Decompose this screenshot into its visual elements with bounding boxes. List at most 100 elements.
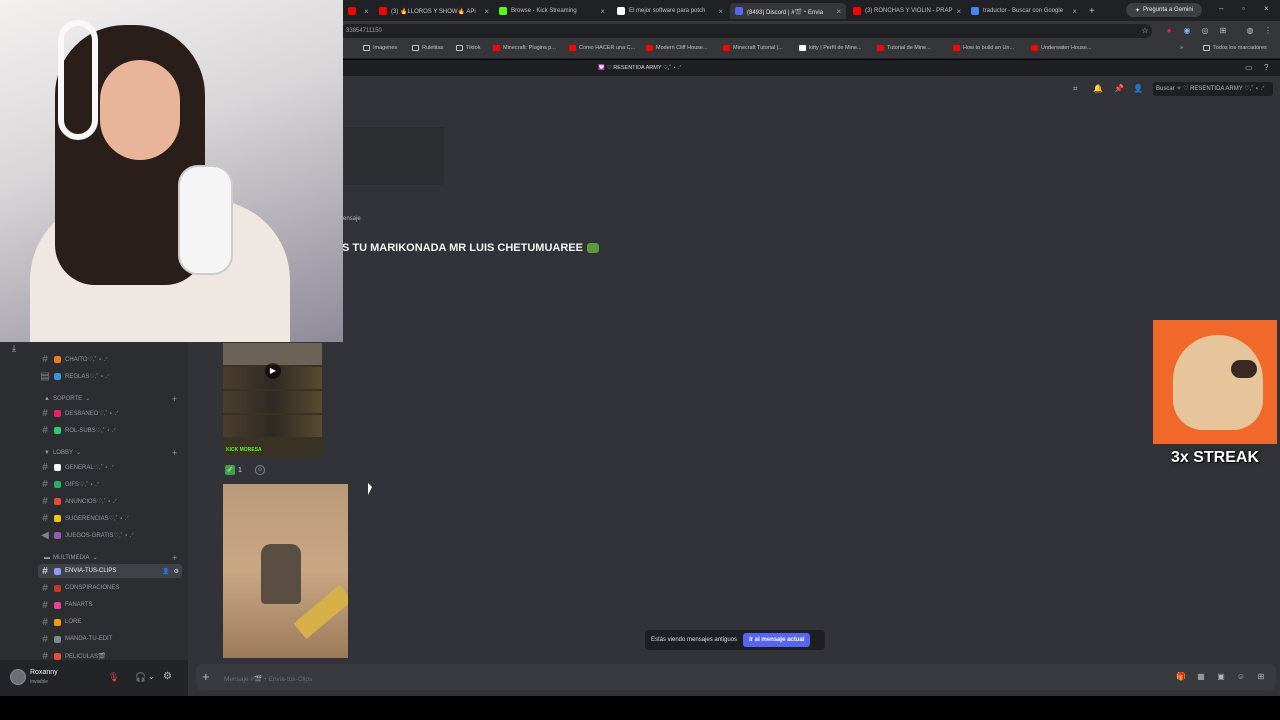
bookmark-item[interactable]: Modern Cliff House... (646, 45, 708, 51)
headphones-icon[interactable]: 🎧 (135, 672, 146, 683)
channel-item-general[interactable]: # GENERAL♡,˚ ⋆ .ᐟ (40, 460, 114, 474)
channel-item-juegos-gratis[interactable]: ◀ JUEGOS-GRATIS♡,˚ ⋆ .ᐟ (40, 528, 134, 542)
close-tab-icon[interactable]: × (364, 7, 369, 16)
close-tab-icon[interactable]: × (1072, 7, 1077, 16)
browser-tab[interactable]: traductor - Buscar con Google × (966, 3, 1082, 19)
channel-item-anuncios[interactable]: # ANUNCIOS♡,˚ ⋆ .ᐟ (40, 494, 117, 508)
sticker-icon[interactable]: ▣ (1216, 672, 1226, 682)
inbox-icon[interactable]: ▭ (1245, 63, 1253, 72)
extension-icon[interactable]: ◉ (1182, 26, 1192, 36)
mic-muted-icon[interactable]: 🎙 (108, 672, 119, 683)
search-input[interactable]: Buscar ✧ ♡ RESENTIDA ARMY ♡,˚ ⋆ .ᐟ (1153, 82, 1273, 96)
bookmark-item[interactable]: Underwater House... (1031, 45, 1091, 51)
channel-item-conspiraciones[interactable]: # CONSPIRACIONES (40, 581, 119, 595)
gif-icon[interactable]: ▦ (1196, 672, 1206, 682)
category-lobby[interactable]: ▼ LOBBY ⌄ + (44, 448, 177, 458)
browser-tab[interactable]: (3) RONCHAS Y VIOLIN - PRAP × (848, 3, 964, 19)
pin-icon[interactable]: 📌 (1114, 84, 1124, 93)
reaction-button[interactable]: ✓ 1 (225, 463, 247, 477)
opera-icon[interactable]: ● (1164, 26, 1174, 36)
chevron-down-icon[interactable]: ⌄ (148, 672, 155, 681)
invite-icon[interactable]: 👤 (162, 568, 169, 575)
member-list-icon[interactable]: 👤 (1133, 84, 1143, 93)
user-settings-gear-icon[interactable]: ⚙ (163, 671, 172, 682)
youtube-icon (953, 45, 960, 51)
bookmark-item[interactable]: Tutorial de Mine... (877, 45, 931, 51)
browser-tab[interactable]: Browse - Kick Streaming × (494, 3, 610, 19)
bookmark-item[interactable]: Minecraft Tutorial |... (723, 45, 783, 51)
youtube-icon (877, 45, 884, 51)
bookmark-star-icon[interactable]: ☆ (1140, 26, 1150, 36)
close-window-icon[interactable]: × (1264, 4, 1269, 13)
apps-icon[interactable]: ⊞ (1256, 672, 1266, 682)
bookmark-item[interactable]: How to build an Un... (953, 45, 1014, 51)
channel-item-gifs[interactable]: # GIFS♡,˚ ⋆ .ᐟ (40, 477, 99, 491)
clip-watermark: KICK MORESA (226, 447, 262, 453)
menu-kebab-icon[interactable]: ⋮ (1263, 26, 1273, 36)
restore-icon[interactable]: ▫ (1242, 4, 1245, 13)
url-field[interactable]: 33854711150 (340, 24, 1152, 38)
help-icon[interactable]: ? (1264, 63, 1268, 72)
category-soporte[interactable]: ▲ SOPORTE ⌄ + (44, 394, 177, 404)
bookmark-item[interactable]: Tiktok (456, 45, 480, 51)
gift-icon[interactable]: 🎁 (1176, 672, 1186, 682)
attach-plus-icon[interactable]: + (202, 669, 210, 684)
close-tab-icon[interactable]: × (484, 7, 489, 16)
add-channel-icon[interactable]: + (172, 553, 177, 563)
bookmark-item[interactable]: Minecraft: Plugins p... (493, 45, 556, 51)
all-bookmarks[interactable]: Todos los marcadores (1203, 45, 1267, 51)
emoji-picker-icon[interactable]: ☺ (1236, 672, 1246, 682)
channel-item-sugerencias[interactable]: # SUGERENCIAS♡,˚ ⋆ .ᐟ (40, 511, 129, 525)
video-clip-attachment[interactable] (223, 484, 348, 658)
bookmark-item[interactable]: kitty | Perfil de Mine... (799, 45, 861, 51)
channel-item-fanarts[interactable]: # FANARTS (40, 598, 92, 612)
bookmark-item[interactable]: Ruletitas (412, 45, 443, 51)
channel-item-reglas[interactable]: ▤ REGLAS♡,˚ ⋆ .ᐟ (40, 369, 109, 383)
bookmarks-overflow-icon[interactable]: » (1180, 45, 1183, 51)
hash-icon: # (42, 599, 48, 611)
add-channel-icon[interactable]: + (172, 394, 177, 404)
extensions-puzzle-icon[interactable]: ⊞ (1218, 26, 1228, 36)
hash-icon: # (42, 512, 48, 524)
close-tab-icon[interactable]: × (718, 7, 723, 16)
bulb-emoji-icon (54, 514, 61, 522)
browser-tab[interactable]: (3) 🔥LLOROS Y SHOW🔥 APi × (374, 3, 494, 19)
channel-item-desbaneo[interactable]: # DESBANEO♡,˚ ⋆ .ᐟ (40, 406, 118, 420)
threads-icon[interactable]: ⌗ (1073, 84, 1078, 94)
youtube-icon (723, 45, 730, 51)
bookmark-item[interactable]: Imagenes (363, 45, 397, 51)
message-composer[interactable]: + Mensaje #🎬・Envia-tus-Clips 🎁 ▦ ▣ ☺ ⊞ (196, 664, 1276, 690)
channel-item-lore[interactable]: # LORE (40, 615, 81, 629)
play-icon[interactable]: ▶ (265, 363, 281, 379)
channel-item-rol-subs[interactable]: # ROL-SUBS♡,˚ ⋆ .ᐟ (40, 423, 116, 437)
gemini-button[interactable]: ✦ Pregunta a Gemini (1126, 3, 1202, 17)
bookmark-item[interactable]: Como HACER una C... (569, 45, 635, 51)
add-channel-icon[interactable]: + (172, 448, 177, 458)
checkmark-emoji-icon: ✓ (225, 465, 235, 475)
channel-item-chaito[interactable]: # CHAITO♡,˚ ⋆ .ᐟ (40, 352, 108, 366)
folder-icon (363, 45, 370, 51)
minimize-icon[interactable]: – (1219, 4, 1223, 13)
channel-item-envia-tus-clips[interactable]: # ENVIA-TUS-CLIPS 👤 ⚙ (38, 564, 182, 578)
browser-tab[interactable]: × (343, 3, 371, 19)
notification-bell-icon[interactable]: 🔔 (1093, 84, 1103, 93)
video-clip-attachment[interactable]: ▶ KICK MORESA (223, 343, 322, 457)
lens-icon[interactable]: ◎ (1200, 26, 1210, 36)
rocket-emoji-icon (54, 355, 61, 363)
avatar[interactable] (10, 669, 26, 685)
profile-icon[interactable]: ◍ (1245, 26, 1255, 36)
close-tab-icon[interactable]: × (956, 7, 961, 16)
download-icon[interactable]: ⤓ (12, 343, 16, 354)
settings-gear-icon[interactable]: ⚙ (174, 568, 182, 575)
close-tab-icon[interactable]: × (836, 7, 841, 16)
composer-placeholder: Mensaje #🎬・Envia-tus-Clips (224, 676, 313, 683)
streak-dog-image (1153, 320, 1277, 444)
browser-tab[interactable]: El mejor software para potch × (612, 3, 728, 19)
browser-tab-active[interactable]: (8493) Discord | #🎬・Envia × (730, 3, 846, 19)
new-tab-button[interactable]: + (1084, 3, 1100, 19)
close-tab-icon[interactable]: × (600, 7, 605, 16)
category-multimedia[interactable]: ▬ MULTIMEDIA ⌄ + (44, 553, 177, 563)
add-reaction-icon[interactable]: ☺ (255, 465, 265, 475)
jump-to-present-button[interactable]: Ir al mensaje actual (743, 633, 811, 647)
channel-item-manda-tu-edit[interactable]: # MANDA-TU-EDIT (40, 632, 112, 646)
